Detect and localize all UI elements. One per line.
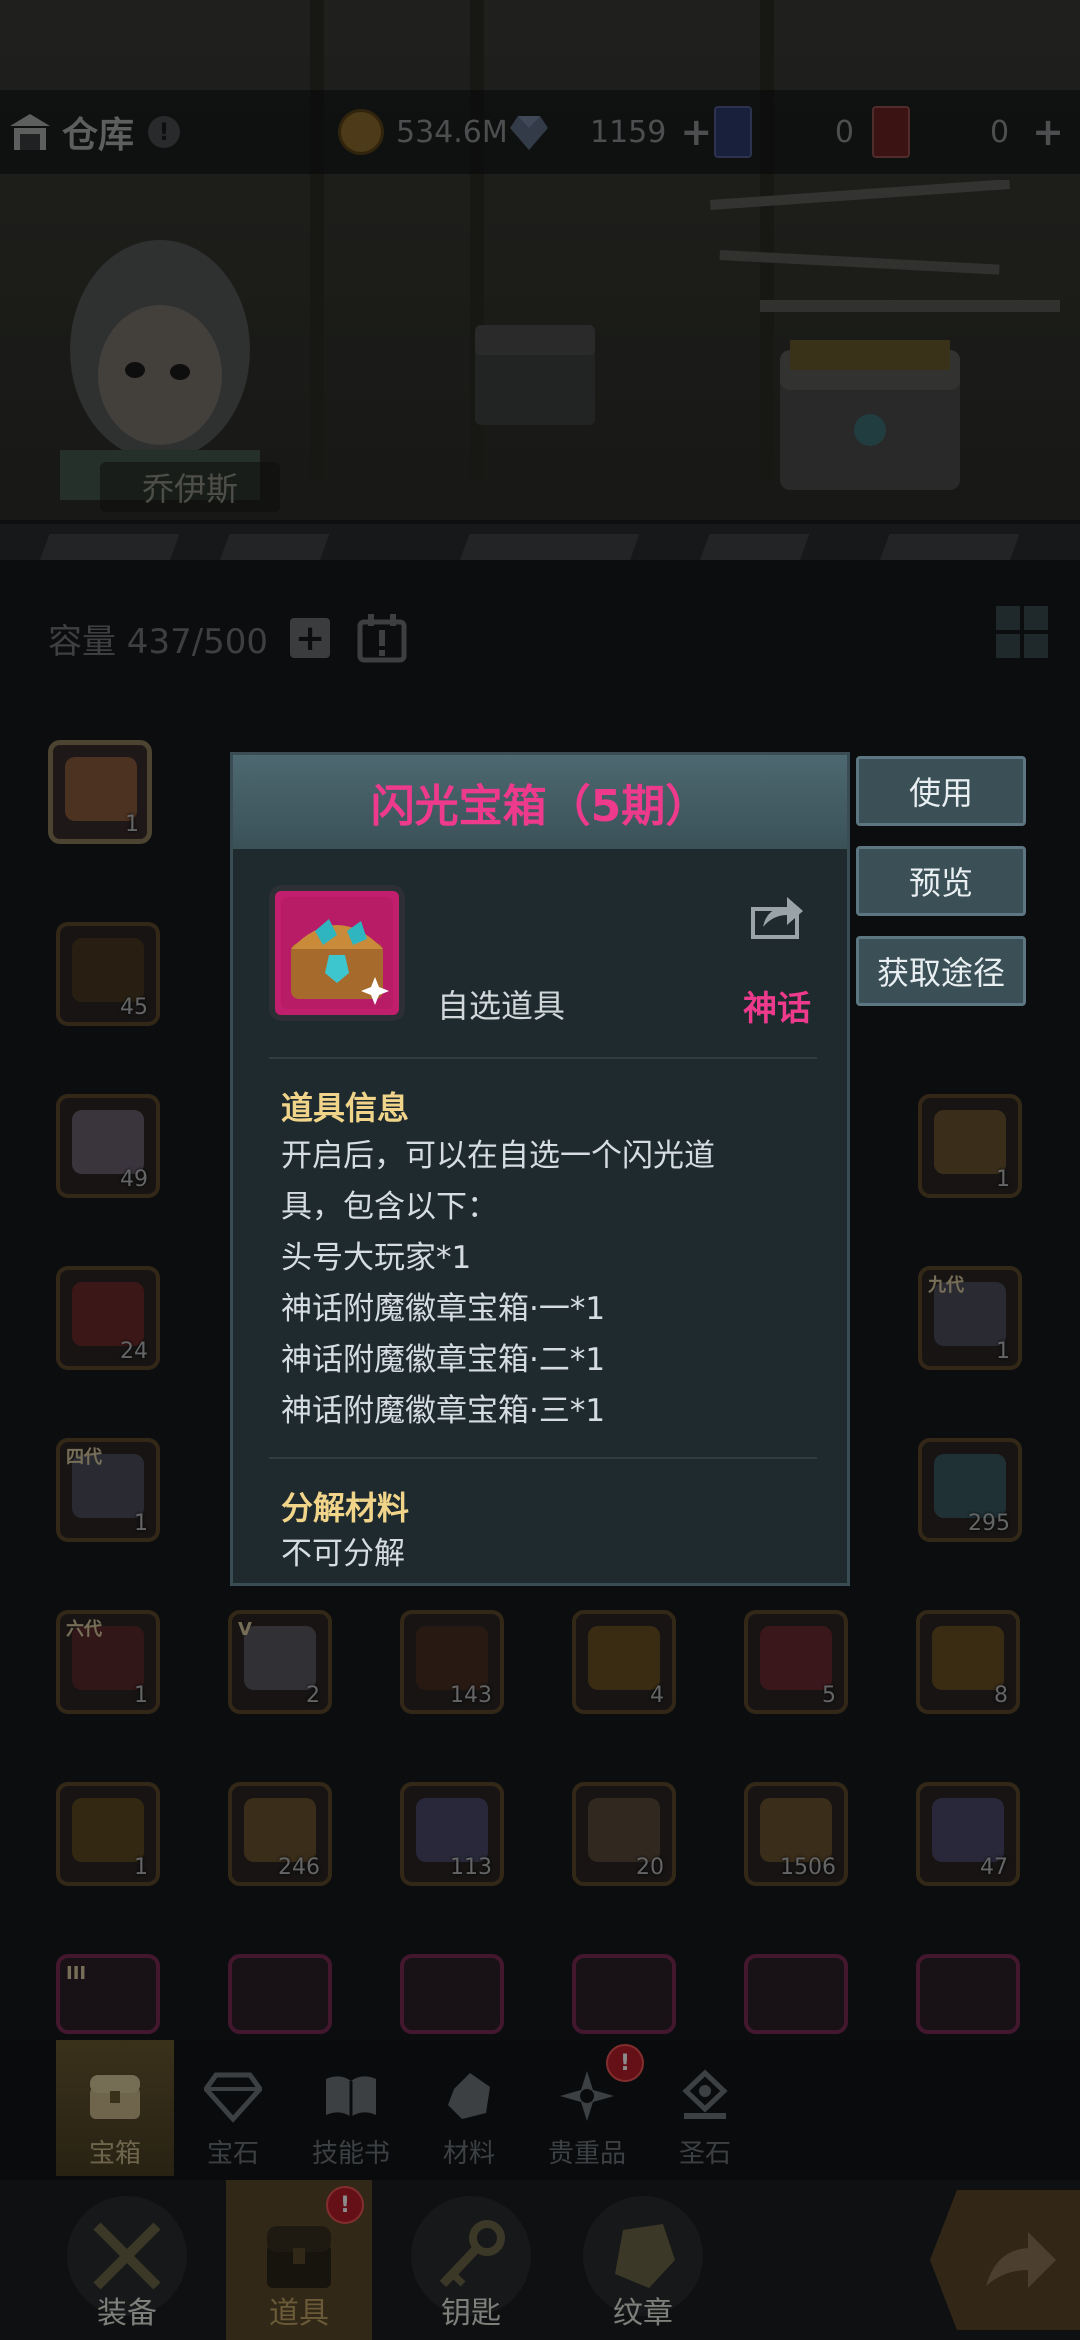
item-rarity: 神话 xyxy=(743,989,811,1029)
info-line: 开启后，可以在自选一个闪光道 xyxy=(281,1138,715,1174)
info-line: 具，包含以下： xyxy=(281,1189,498,1225)
popup-title: 闪光宝箱（5期） xyxy=(370,781,710,832)
item-icon-frame xyxy=(269,885,405,1021)
preview-button[interactable]: 预览 xyxy=(856,846,1026,916)
item-info-title: 道具信息 xyxy=(281,1089,410,1127)
nav-label: 纹章 xyxy=(613,2296,673,2331)
nav-label: 钥匙 xyxy=(441,2296,501,2331)
decompose-value: 不可分解 xyxy=(281,1536,405,1572)
info-line: 神话附魔徽章宝箱·二*1 xyxy=(281,1342,606,1378)
item-type: 自选道具 xyxy=(437,987,566,1025)
item-info-desc: 开启后，可以在自选一个闪光道 具，包含以下： 头号大玩家*1 神话附魔徽章宝箱·… xyxy=(281,1131,801,1437)
info-line: 头号大玩家*1 xyxy=(281,1240,472,1276)
source-button[interactable]: 获取途径 xyxy=(856,936,1026,1006)
divider xyxy=(269,1057,817,1059)
flash-chest-icon xyxy=(281,897,393,1009)
item-detail-popup: 闪光宝箱（5期） 自选道具 神话 道具信息 开启后，可以在自选一个闪光道 具，包… xyxy=(230,752,850,1586)
popup-header: 闪光宝箱（5期） xyxy=(233,755,847,849)
decompose-title: 分解材料 xyxy=(281,1489,410,1527)
divider xyxy=(269,1457,817,1459)
info-line: 神话附魔徽章宝箱·一*1 xyxy=(281,1291,606,1327)
share-icon[interactable] xyxy=(749,889,807,941)
info-line: 神话附魔徽章宝箱·三*1 xyxy=(281,1393,606,1429)
nav-label: 道具 xyxy=(269,2296,329,2331)
use-button[interactable]: 使用 xyxy=(856,756,1026,826)
nav-label: 装备 xyxy=(97,2296,157,2331)
